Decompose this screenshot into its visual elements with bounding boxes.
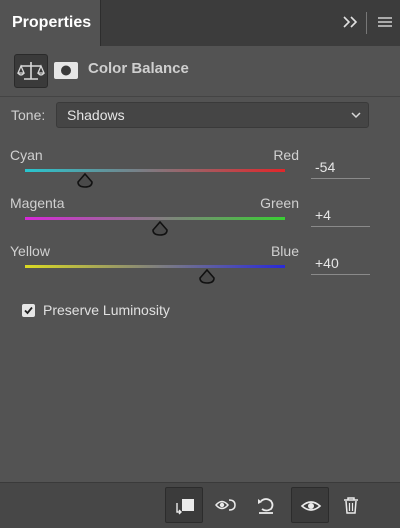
yellow-blue-track[interactable]	[25, 265, 285, 268]
visibility-toggle-button[interactable]	[291, 487, 329, 523]
cyan-red-track[interactable]	[25, 169, 285, 172]
preserve-luminosity-label[interactable]: Preserve Luminosity	[43, 302, 170, 318]
tone-selected-value: Shadows	[67, 107, 125, 123]
green-label: Green	[260, 195, 299, 211]
layer-mask-icon[interactable]	[50, 54, 82, 86]
magenta-green-value: +4	[315, 207, 331, 223]
red-label: Red	[273, 147, 299, 163]
chevron-down-icon	[351, 112, 361, 119]
cyan-red-slider-row: Cyan Red -54	[0, 147, 400, 195]
balance-scale-icon[interactable]	[14, 54, 48, 88]
yellow-blue-value: +40	[315, 255, 339, 271]
preserve-luminosity-checkbox[interactable]	[22, 304, 35, 317]
cyan-red-slider-thumb[interactable]	[76, 173, 94, 189]
blue-label: Blue	[270, 243, 299, 259]
trash-icon	[344, 497, 358, 514]
clip-to-layer-icon	[176, 499, 194, 515]
header-divider	[0, 96, 400, 97]
tone-label: Tone:	[11, 107, 46, 123]
yellow-blue-value-field[interactable]: +40	[311, 253, 370, 275]
adjustment-title: Color Balance	[88, 60, 189, 77]
visibility-eye-icon	[300, 501, 322, 511]
magenta-green-slider-thumb[interactable]	[151, 221, 169, 237]
tab-properties-label: Properties	[12, 14, 92, 31]
view-previous-state-button[interactable]	[207, 487, 245, 523]
clip-to-layer-button[interactable]	[165, 487, 203, 523]
cyan-red-value-field[interactable]: -54	[311, 157, 370, 179]
double-chevron-right-icon[interactable]	[338, 10, 364, 34]
magenta-green-track[interactable]	[25, 217, 285, 220]
tone-dropdown[interactable]: Shadows	[56, 102, 369, 128]
cyan-red-value: -54	[315, 159, 336, 175]
delete-button[interactable]	[332, 487, 370, 523]
magenta-green-value-field[interactable]: +4	[311, 205, 370, 227]
panel-tab-bar: Properties	[0, 0, 400, 46]
bottom-toolbar	[0, 482, 400, 528]
tab-properties[interactable]: Properties	[0, 0, 101, 46]
tab-bar-divider	[366, 12, 367, 34]
yellow-blue-slider-row: Yellow Blue +40	[0, 243, 400, 291]
reset-button[interactable]	[247, 487, 285, 523]
yellow-blue-slider-thumb[interactable]	[198, 269, 216, 285]
reset-icon	[258, 498, 274, 514]
hamburger-menu-icon[interactable]	[372, 10, 396, 34]
view-previous-state-icon	[215, 499, 236, 511]
adjustment-header: Color Balance	[0, 46, 400, 94]
magenta-green-slider-row: Magenta Green +4	[0, 195, 400, 243]
